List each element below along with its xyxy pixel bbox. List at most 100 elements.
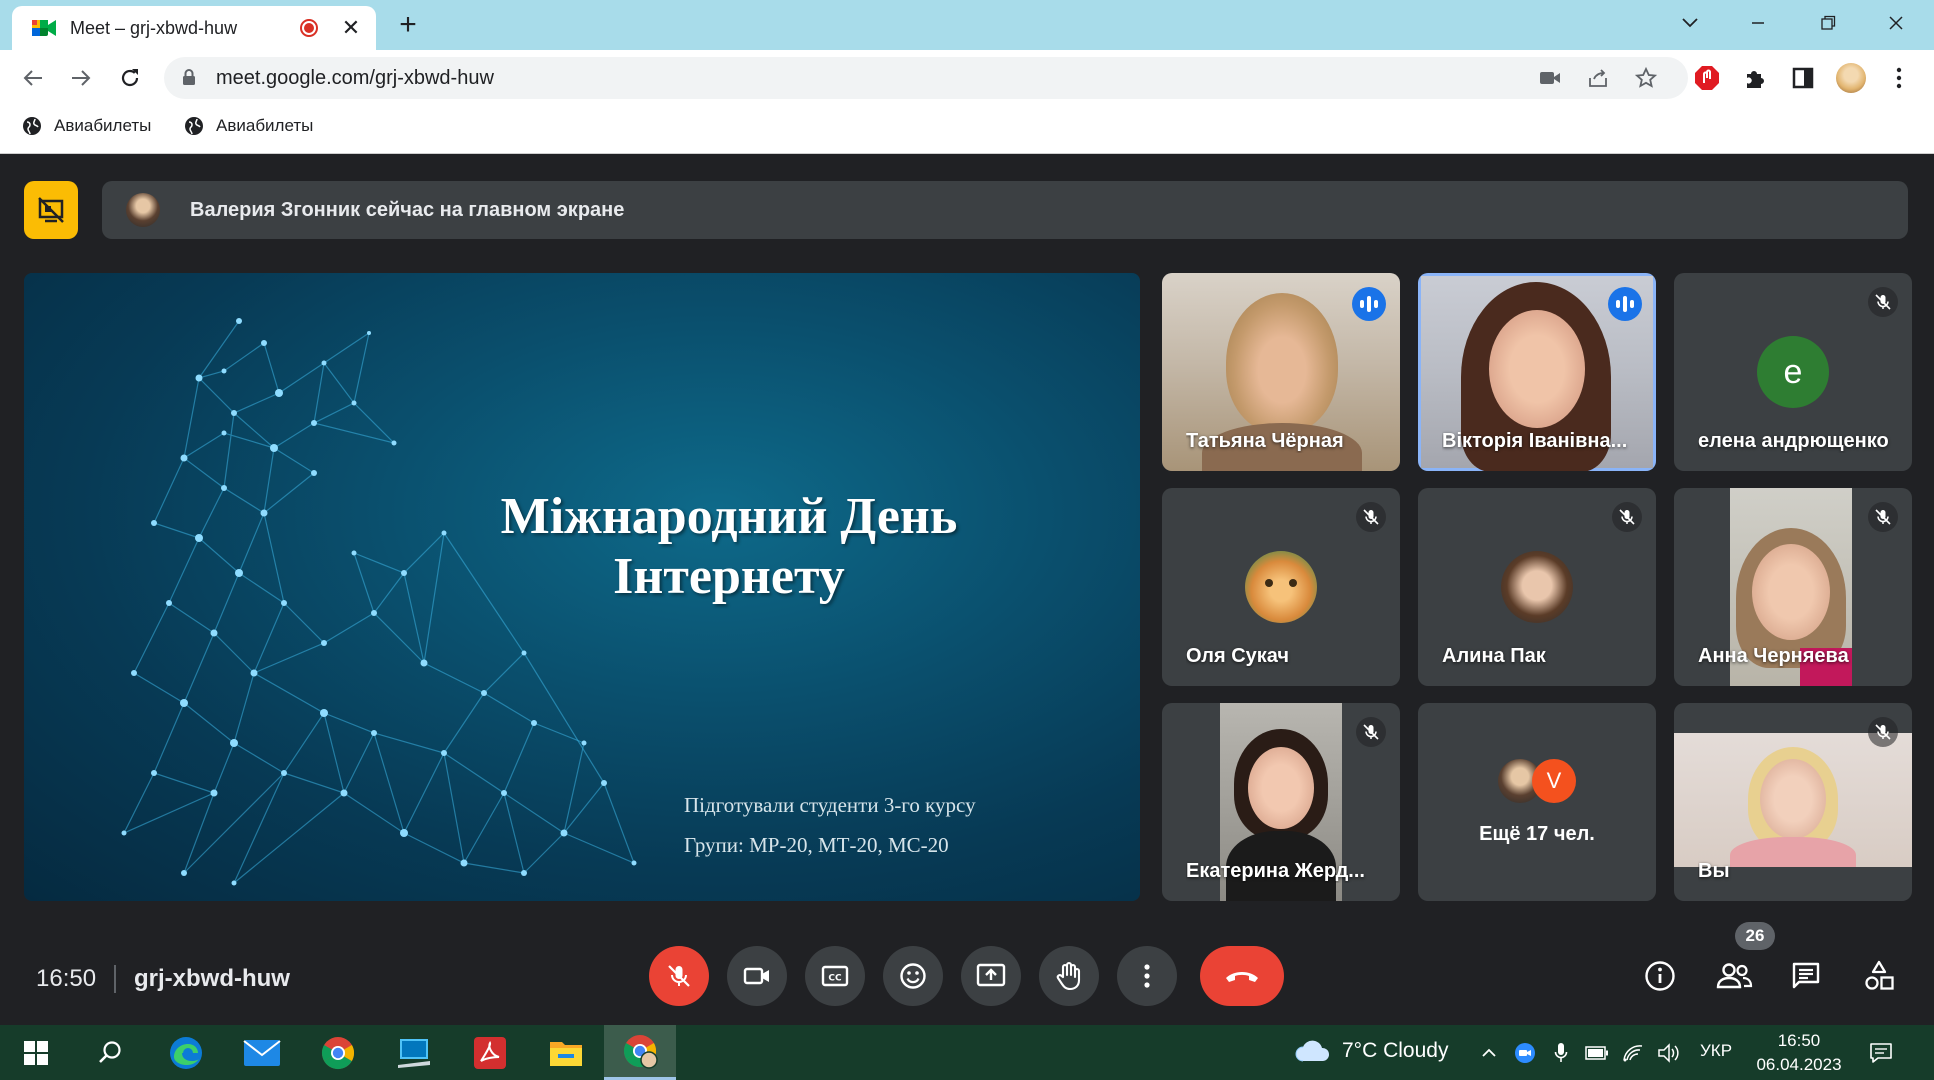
mic-off-icon — [1612, 502, 1642, 532]
reload-icon[interactable] — [113, 61, 147, 95]
bookmark-label: Авиабилеты — [54, 116, 152, 135]
hang-up-icon — [1226, 972, 1258, 982]
mic-off-icon — [1868, 502, 1898, 532]
participant-tile[interactable]: Оля Сукач — [1162, 488, 1400, 686]
search-icon[interactable] — [80, 1025, 140, 1080]
divider — [114, 965, 116, 993]
self-tile[interactable]: Вы — [1674, 703, 1912, 901]
raise-hand-button[interactable] — [1039, 946, 1099, 1006]
present-now-button[interactable] — [961, 946, 1021, 1006]
camera-toggle-button[interactable] — [727, 946, 787, 1006]
file-explorer-icon[interactable] — [536, 1025, 596, 1080]
globe-icon — [185, 117, 203, 135]
system-clock[interactable]: 16:50 06.04.2023 — [1756, 1029, 1842, 1077]
presentation-slide: Міжнародний День Інтернету Підготували с… — [24, 273, 1140, 901]
participant-tile[interactable]: Алина Пак — [1418, 488, 1656, 686]
forward-arrow-icon[interactable] — [64, 61, 98, 95]
participant-name: Анна Черняева — [1698, 645, 1849, 667]
address-bar[interactable]: meet.google.com/grj-xbwd-huw — [164, 57, 1688, 99]
zoom-tray-icon[interactable] — [1512, 1040, 1538, 1066]
emoji-icon — [900, 963, 926, 989]
present-screen-icon — [976, 963, 1006, 987]
show-hidden-icons-chevron-icon[interactable] — [1476, 1040, 1502, 1066]
captions-button[interactable]: CC — [805, 946, 865, 1006]
weather-text: 7°C Cloudy — [1342, 1039, 1449, 1062]
url-text: meet.google.com/grj-xbwd-huw — [216, 67, 494, 89]
wifi-icon[interactable] — [1620, 1040, 1646, 1066]
browser-menu-icon[interactable] — [1884, 63, 1914, 93]
meet-control-bar: 16:50 grj-xbwd-huw CC 26 — [0, 910, 1934, 1025]
restore-window-icon[interactable] — [1808, 8, 1848, 38]
minimize-window-icon[interactable] — [1738, 8, 1778, 38]
browser-toolbar: meet.google.com/grj-xbwd-huw — [0, 50, 1934, 106]
svg-text:CC: CC — [828, 974, 842, 984]
meeting-details-button[interactable] — [1638, 954, 1682, 998]
browser-tab-meet[interactable]: Meet – grj-xbwd-huw ✕ — [12, 6, 376, 50]
participant-name: Алина Пак — [1442, 645, 1546, 667]
edge-browser-icon[interactable] — [156, 1025, 216, 1080]
side-panel-icon[interactable] — [1788, 63, 1818, 93]
adblock-extension-icon[interactable] — [1692, 63, 1722, 93]
self-video — [1674, 733, 1912, 867]
start-windows-icon[interactable] — [6, 1025, 66, 1080]
camera-in-use-icon[interactable] — [1538, 66, 1562, 90]
slide-subtitle-1: Підготували студенти 3-го курсу — [684, 793, 976, 817]
close-window-icon[interactable] — [1876, 8, 1916, 38]
battery-icon[interactable] — [1584, 1040, 1610, 1066]
volume-icon[interactable] — [1656, 1040, 1682, 1066]
slide-subtitle-2: Групи: МР-20, МТ-20, МС-20 — [684, 833, 949, 857]
video-camera-icon — [743, 967, 769, 985]
new-tab-button[interactable]: + — [393, 8, 423, 42]
chat-icon — [1792, 962, 1820, 989]
activities-button[interactable] — [1857, 954, 1901, 998]
speaking-indicator-icon — [1608, 287, 1642, 321]
more-participants-label: Ещё 17 чел. — [1479, 823, 1595, 845]
tab-search-icon[interactable] — [1670, 8, 1710, 38]
participant-tile[interactable]: е елена андрющенко — [1674, 273, 1912, 471]
slide-title-line-2: Інтернету — [613, 548, 845, 605]
bookmarks-bar: Авиабилеты Авиабилеты — [0, 106, 1934, 154]
reactions-button[interactable] — [883, 946, 943, 1006]
share-icon[interactable] — [1586, 66, 1610, 90]
participant-tile[interactable]: Анна Черняева — [1674, 488, 1912, 686]
meeting-code: grj-xbwd-huw — [134, 965, 290, 992]
weather-widget[interactable]: 7°C Cloudy — [1294, 1039, 1448, 1063]
bookmark-item[interactable]: Авиабилеты — [184, 116, 313, 136]
stop-presenting-icon[interactable] — [24, 181, 78, 239]
bookmark-item[interactable]: Авиабилеты — [22, 116, 151, 136]
participant-name: Вы — [1698, 860, 1730, 882]
back-arrow-icon[interactable] — [16, 61, 50, 95]
mic-off-icon — [1356, 502, 1386, 532]
profile-avatar[interactable] — [1836, 63, 1866, 93]
participant-tile[interactable]: Вікторія Іванівна... — [1418, 273, 1656, 471]
computer-icon[interactable] — [384, 1025, 444, 1080]
mic-off-icon — [1868, 717, 1898, 747]
chat-button[interactable] — [1784, 954, 1828, 998]
close-tab-icon[interactable]: ✕ — [340, 15, 362, 41]
participant-name: Екатерина Жерд... — [1186, 860, 1365, 882]
presenter-avatar — [126, 193, 160, 227]
microphone-tray-icon[interactable] — [1548, 1040, 1574, 1066]
participant-avatar: V — [1532, 759, 1576, 803]
bookmark-star-icon[interactable] — [1634, 66, 1658, 90]
more-participants-tile[interactable]: V Ещё 17 чел. — [1418, 703, 1656, 901]
participant-tile[interactable]: Екатерина Жерд... — [1162, 703, 1400, 901]
participant-name: Оля Сукач — [1186, 645, 1290, 667]
participant-tile[interactable]: Татьяна Чёрная — [1162, 273, 1400, 471]
presenter-banner-text: Валерия Згонник сейчас на главном экране — [190, 198, 625, 221]
input-language-indicator[interactable]: УКР — [1700, 1041, 1732, 1061]
windows-taskbar: 7°C Cloudy УКР 16:50 06.04.2023 — [0, 1025, 1934, 1080]
notifications-icon[interactable] — [1868, 1040, 1894, 1066]
chrome-icon[interactable] — [308, 1025, 368, 1080]
extensions-puzzle-icon[interactable] — [1740, 63, 1770, 93]
acrobat-reader-icon[interactable] — [460, 1025, 520, 1080]
leave-call-button[interactable] — [1200, 946, 1284, 1006]
microphone-toggle-button[interactable] — [649, 946, 709, 1006]
chrome-profile-taskbar-icon[interactable] — [604, 1025, 676, 1080]
mail-icon[interactable] — [232, 1025, 292, 1080]
mic-off-icon — [1868, 287, 1898, 317]
participant-name: елена андрющенко — [1698, 430, 1889, 452]
show-everyone-button[interactable] — [1712, 954, 1756, 998]
more-options-button[interactable] — [1117, 946, 1177, 1006]
recording-indicator-icon — [300, 19, 318, 37]
